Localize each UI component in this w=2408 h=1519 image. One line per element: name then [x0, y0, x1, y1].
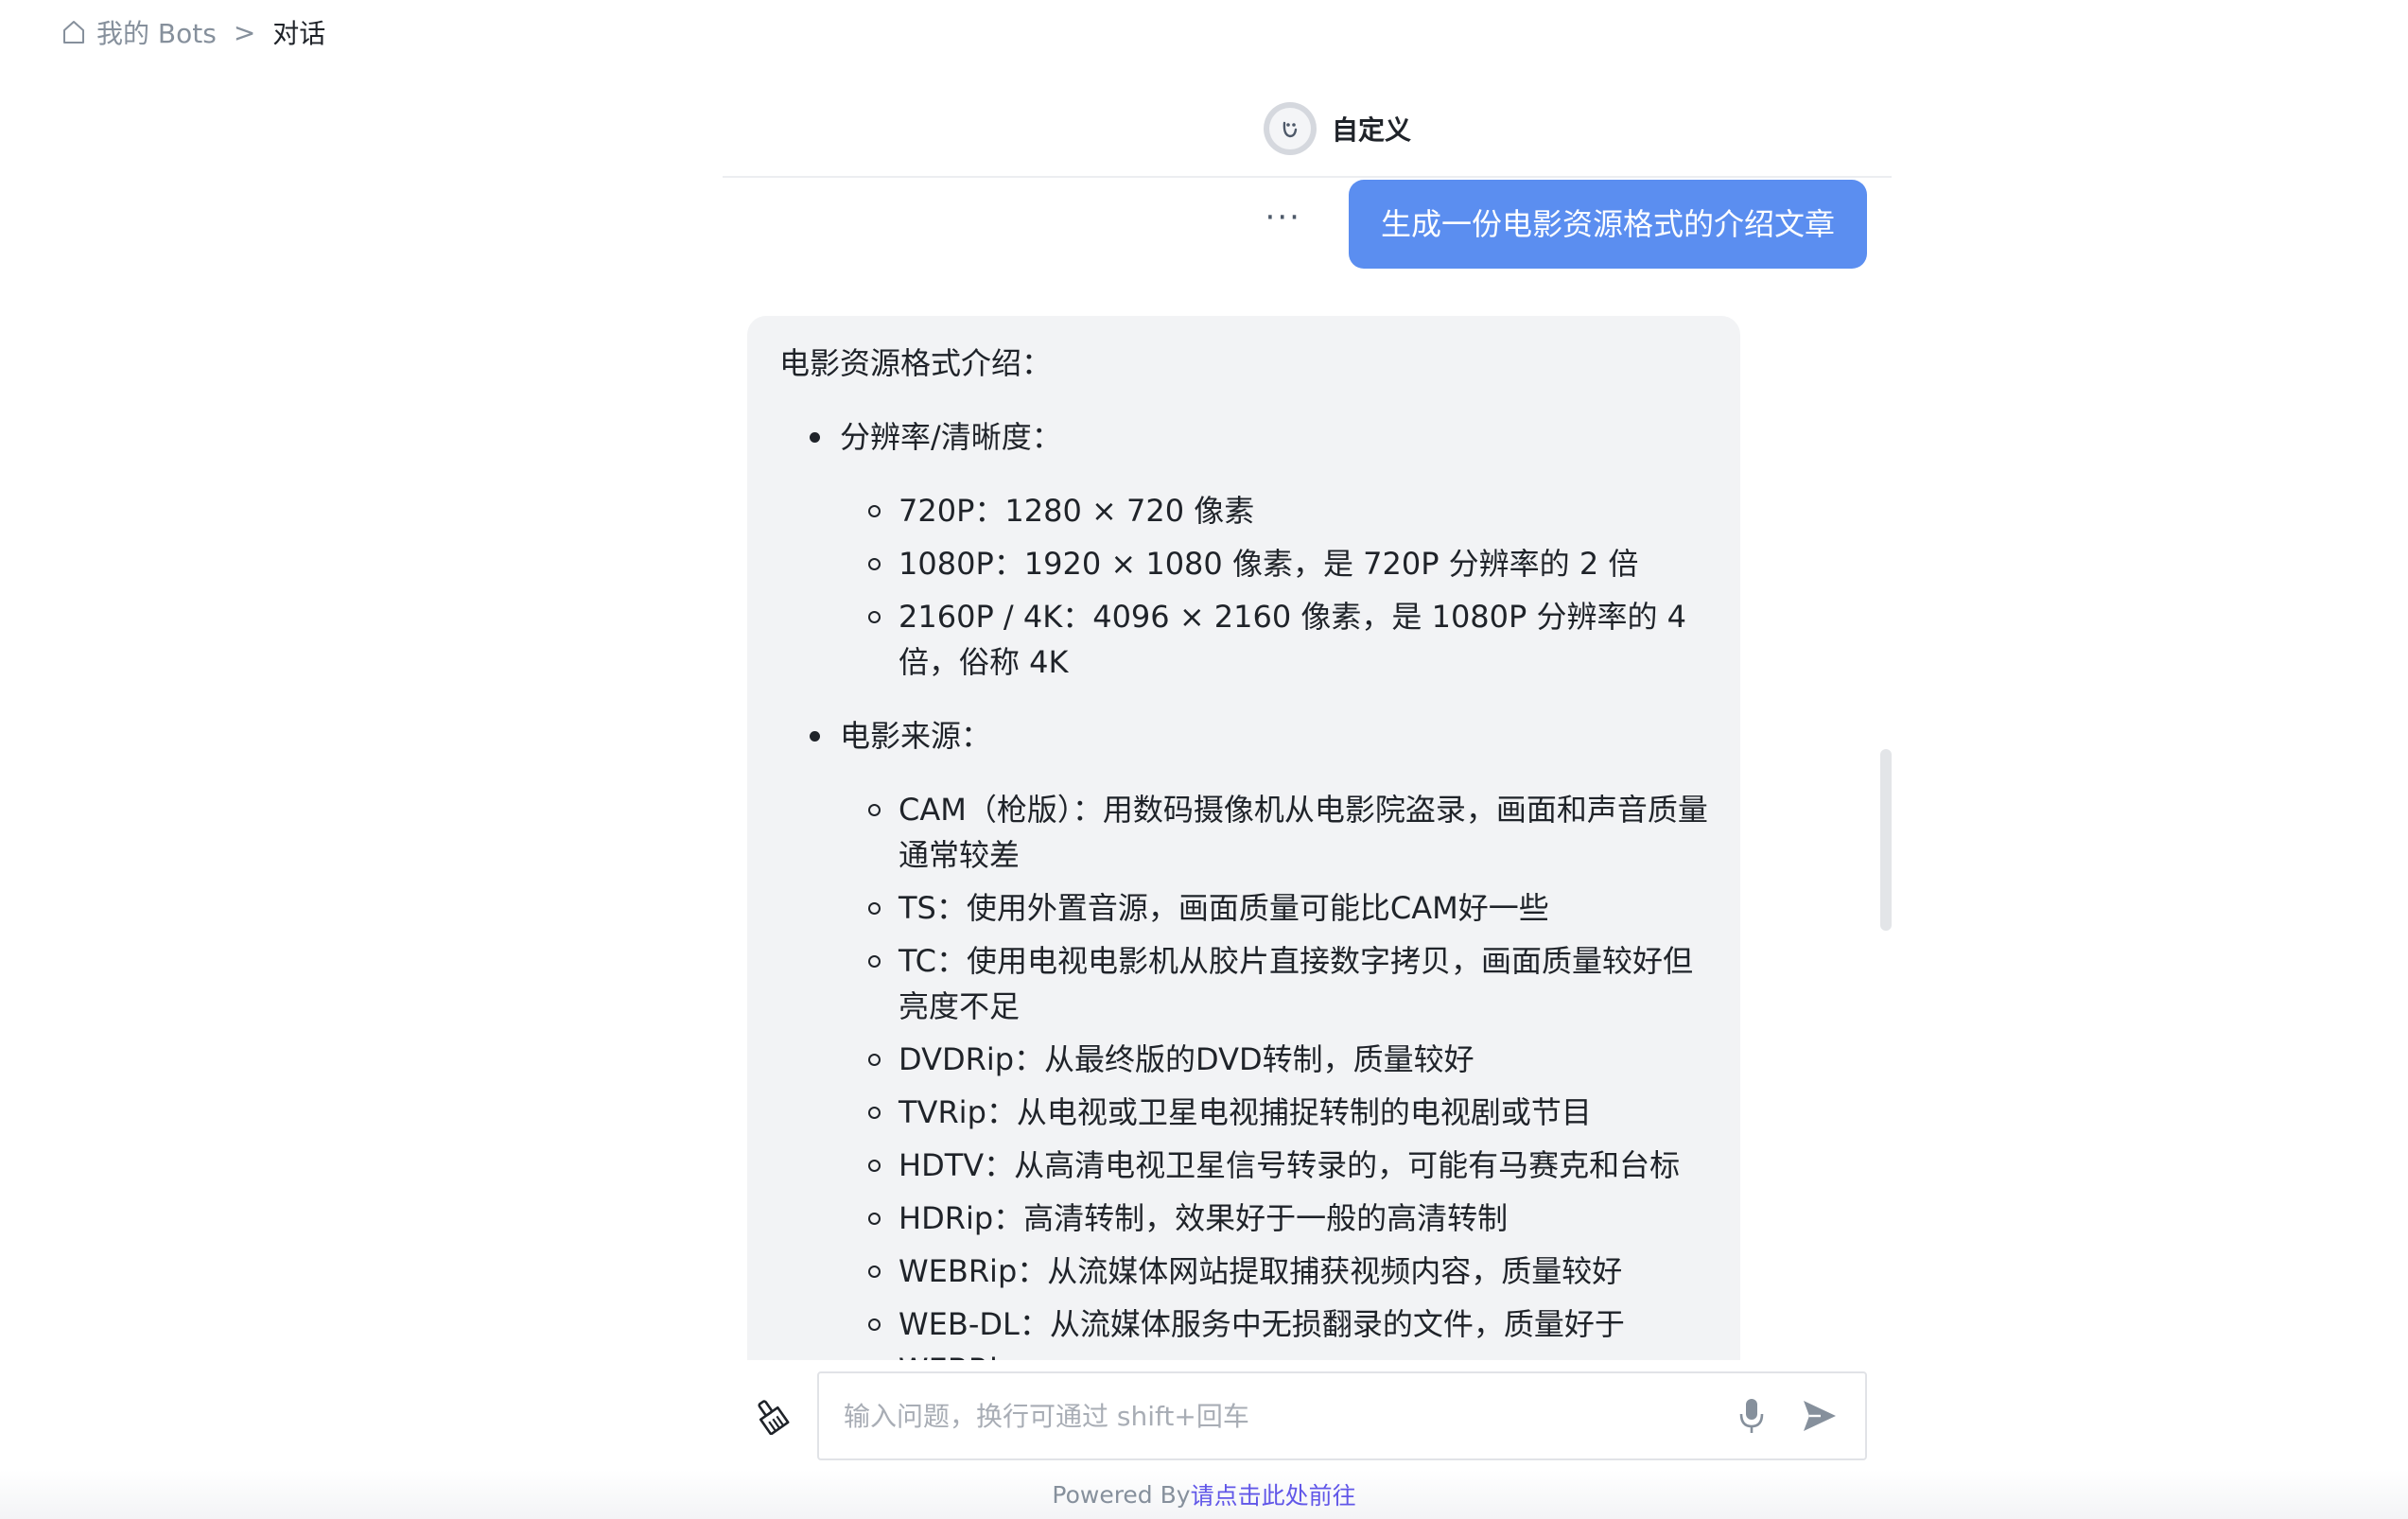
bot-message-bubble: 电影资源格式介绍： 分辨率/清晰度： 720P：1280 × 720 像素 10…: [747, 316, 1740, 1360]
list-item: TVRip：从电视或卫星电视捕捉转制的电视剧或节目: [868, 1090, 1708, 1135]
bot-message-intro: 电影资源格式介绍：: [779, 345, 1053, 381]
list-item: 720P：1280 × 720 像素: [868, 488, 1708, 533]
home-icon[interactable]: [61, 19, 87, 45]
chat-area[interactable]: ··· 生成一份电影资源格式的介绍文章 电影资源格式介绍： 分辨率/清晰度： 7…: [723, 178, 1892, 1360]
breadcrumb-my-bots-link[interactable]: 我的 Bots: [96, 13, 217, 51]
breadcrumb-separator: >: [233, 16, 256, 48]
user-message-row: ··· 生成一份电影资源格式的介绍文章: [1265, 180, 1867, 269]
breadcrumb: 我的 Bots > 对话: [61, 13, 325, 51]
bot-avatar-icon: [1264, 102, 1317, 155]
bot-name: 自定义: [1332, 114, 1412, 146]
section-title-resolution: 分辨率/清晰度：: [840, 419, 1062, 455]
sub-list-source: CAM（枪版）：用数码摄像机从电影院盗录，画面和声音质量通常较差 TS：使用外置…: [840, 787, 1708, 1360]
list-item: CAM（枪版）：用数码摄像机从电影院盗录，画面和声音质量通常较差: [868, 787, 1708, 878]
footer-link[interactable]: 请点击此处前往: [1191, 1477, 1356, 1511]
broom-icon[interactable]: [749, 1394, 793, 1438]
list-item: TC：使用电视电影机从胶片直接数字拷贝，画面质量较好但亮度不足: [868, 938, 1708, 1029]
chat-input-box: [817, 1371, 1867, 1460]
footer-powered-by: Powered By: [1052, 1480, 1191, 1509]
bot-message-list: 分辨率/清晰度： 720P：1280 × 720 像素 1080P：1920 ×…: [779, 414, 1708, 1360]
list-item: 1080P：1920 × 1080 像素，是 720P 分辨率的 2 倍: [868, 541, 1708, 586]
breadcrumb-current: 对话: [272, 18, 326, 49]
user-message-bubble: 生成一份电影资源格式的介绍文章: [1348, 180, 1867, 269]
list-item: HDTV：从高清电视卫星信号转录的，可能有马赛克和台标: [868, 1143, 1708, 1188]
microphone-icon[interactable]: [1733, 1395, 1771, 1437]
send-icon[interactable]: [1799, 1395, 1841, 1437]
list-item: 电影来源： CAM（枪版）：用数码摄像机从电影院盗录，画面和声音质量通常较差 T…: [808, 713, 1708, 1360]
list-item: WEBRip：从流媒体网站提取捕获视频内容，质量较好: [868, 1248, 1708, 1294]
footer: Powered By 请点击此处前往: [0, 1470, 2408, 1519]
list-item: DVDRip：从最终版的DVD转制，质量较好: [868, 1037, 1708, 1082]
bot-header: 自定义: [1264, 102, 1411, 155]
list-item: WEB-DL：从流媒体服务中无损翻录的文件，质量好于WEBRip: [868, 1301, 1708, 1360]
chat-scrollbar[interactable]: [1880, 749, 1892, 931]
sub-list-resolution: 720P：1280 × 720 像素 1080P：1920 × 1080 像素，…: [840, 488, 1708, 685]
list-item: 2160P / 4K：4096 × 2160 像素，是 1080P 分辨率的 4…: [868, 594, 1708, 685]
section-title-source: 电影来源：: [840, 718, 992, 754]
list-item: HDRip：高清转制，效果好于一般的高清转制: [868, 1196, 1708, 1241]
more-options-button[interactable]: ···: [1265, 201, 1301, 247]
list-item: TS：使用外置音源，画面质量可能比CAM好一些: [868, 885, 1708, 931]
list-item: 分辨率/清晰度： 720P：1280 × 720 像素 1080P：1920 ×…: [808, 414, 1708, 685]
chat-input[interactable]: [842, 1387, 1733, 1445]
